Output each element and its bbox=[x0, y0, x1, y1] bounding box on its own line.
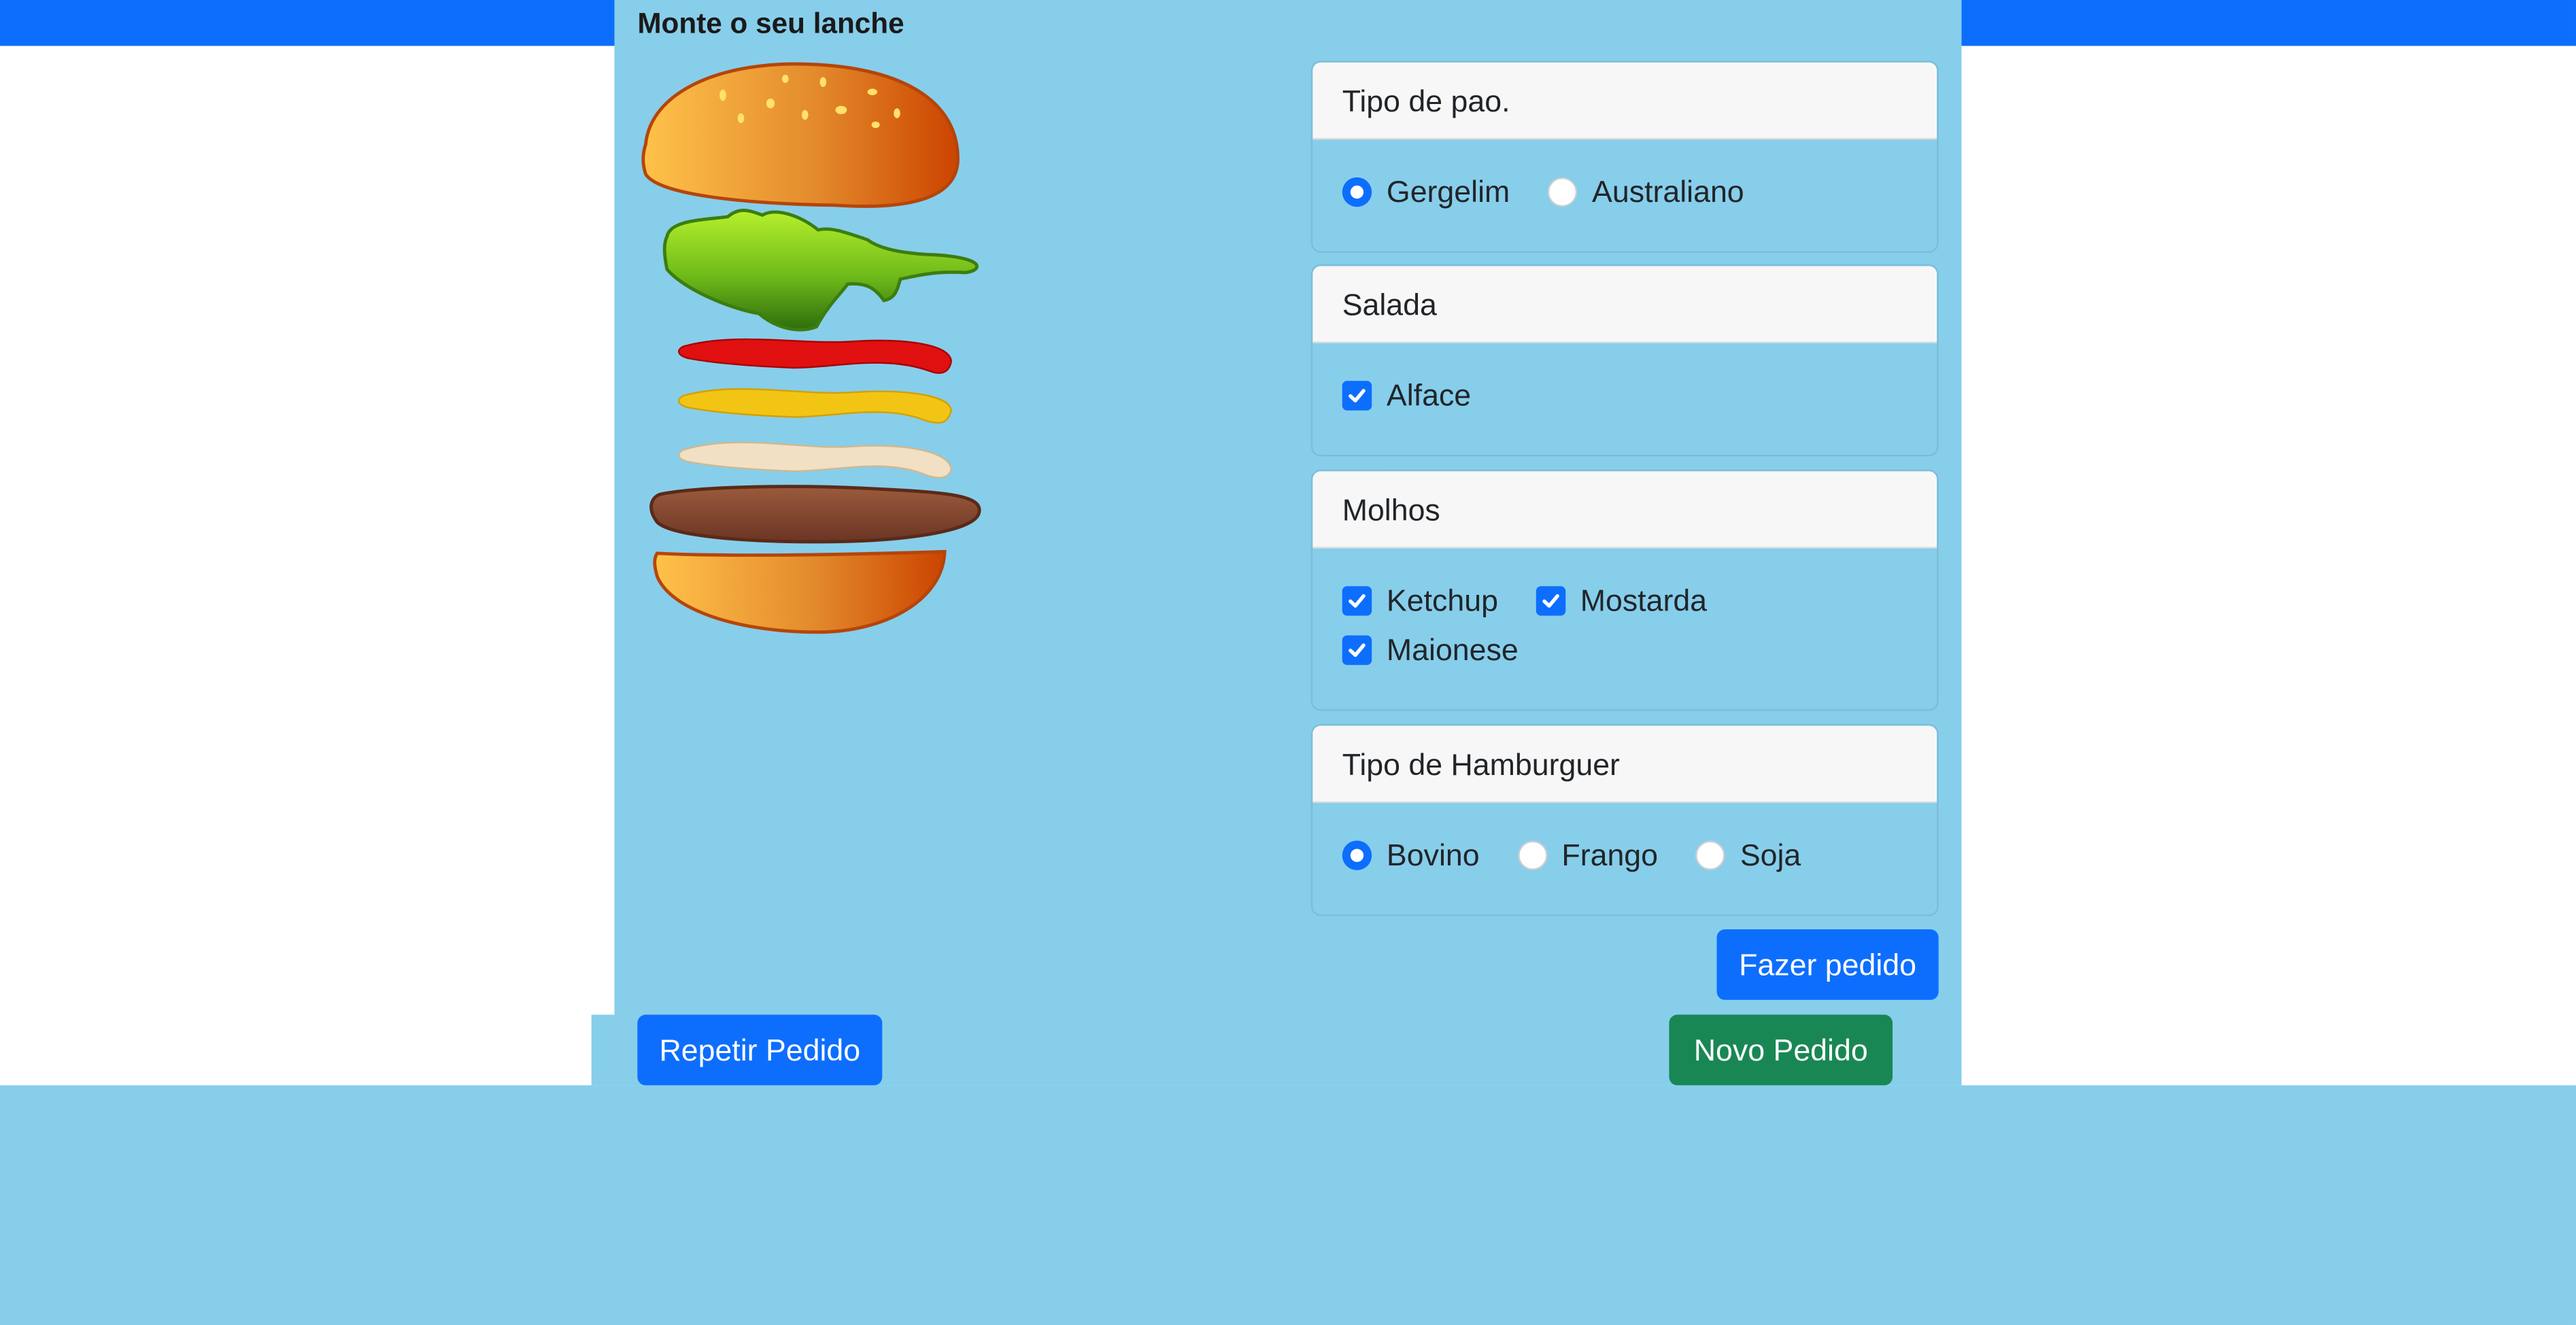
card-header: Salada bbox=[1312, 266, 1937, 343]
radio-button[interactable] bbox=[1547, 177, 1578, 207]
option-label: Frango bbox=[1561, 837, 1659, 872]
radio-option-frango[interactable]: Frango bbox=[1517, 838, 1658, 874]
ketchup bbox=[678, 338, 952, 374]
repeat-order-button[interactable]: Repetir Pedido bbox=[637, 1014, 883, 1086]
burger-type-options: Bovino Frango Soja bbox=[1342, 831, 1908, 880]
page-stage: Monte o seu lanche Tipo de pao. Gergelim… bbox=[0, 0, 2576, 1325]
checkbox-checked[interactable] bbox=[1342, 381, 1372, 411]
option-label: Bovino bbox=[1386, 837, 1480, 872]
bottom-area bbox=[0, 1085, 2576, 1325]
place-order-button[interactable]: Fazer pedido bbox=[1716, 929, 1939, 1000]
new-order-button[interactable]: Novo Pedido bbox=[1669, 1014, 1893, 1086]
option-label: Gergelim bbox=[1386, 174, 1510, 209]
salad-card: Salada Alface bbox=[1310, 264, 1939, 457]
checkbox-option-ketchup[interactable]: Ketchup bbox=[1342, 583, 1498, 619]
burger-illustration bbox=[641, 62, 981, 634]
sauces-options-row-1: Ketchup Mostarda bbox=[1342, 577, 1908, 625]
check-icon bbox=[1349, 389, 1366, 402]
radio-option-gergelim[interactable]: Gergelim bbox=[1342, 174, 1510, 210]
radio-option-australiano[interactable]: Australiano bbox=[1547, 174, 1744, 210]
card-header: Tipo de pao. bbox=[1312, 62, 1937, 140]
patty bbox=[649, 485, 981, 544]
checkbox-option-maionese[interactable]: Maionese bbox=[1342, 632, 1519, 668]
salad-options: Alface bbox=[1342, 371, 1908, 420]
mustard bbox=[678, 388, 952, 424]
option-label: Australiano bbox=[1592, 174, 1744, 209]
option-label: Alface bbox=[1386, 377, 1472, 413]
checkbox-option-mostarda[interactable]: Mostarda bbox=[1536, 583, 1708, 619]
card-body: Gergelim Australiano bbox=[1312, 139, 1937, 239]
option-label: Ketchup bbox=[1386, 583, 1498, 618]
card-body: Alface bbox=[1312, 343, 1937, 443]
bread-type-card: Tipo de pao. Gergelim Australiano bbox=[1310, 61, 1939, 253]
radio-button[interactable] bbox=[1517, 840, 1547, 871]
card-header: Molhos bbox=[1312, 471, 1937, 549]
radio-option-bovino[interactable]: Bovino bbox=[1342, 838, 1480, 874]
card-header: Tipo de Hamburguer bbox=[1312, 725, 1937, 803]
check-icon bbox=[1542, 594, 1559, 608]
option-label: Maionese bbox=[1386, 632, 1519, 667]
checkbox-checked[interactable] bbox=[1536, 586, 1565, 616]
checkbox-checked[interactable] bbox=[1342, 586, 1372, 616]
mayonnaise bbox=[678, 441, 952, 479]
bottom-bun bbox=[653, 549, 947, 634]
option-label: Mostarda bbox=[1580, 583, 1708, 618]
bread-options: Gergelim Australiano bbox=[1342, 167, 1908, 216]
page-title: Monte o seu lanche bbox=[637, 6, 904, 39]
radio-button-selected[interactable] bbox=[1342, 840, 1372, 871]
check-icon bbox=[1349, 643, 1366, 657]
check-icon bbox=[1349, 594, 1366, 608]
card-body: Bovino Frango Soja bbox=[1312, 803, 1937, 903]
lettuce bbox=[662, 209, 979, 332]
checkbox-checked[interactable] bbox=[1342, 635, 1372, 666]
sauces-card: Molhos Ketchup Mostarda Maionese bbox=[1310, 469, 1939, 711]
radio-button[interactable] bbox=[1695, 840, 1726, 871]
option-label: Soja bbox=[1740, 837, 1801, 872]
radio-button-selected[interactable] bbox=[1342, 177, 1372, 207]
sauces-options-row-2: Maionese bbox=[1342, 625, 1908, 674]
panel-edge-tab bbox=[591, 1014, 615, 1086]
burger-type-card: Tipo de Hamburguer Bovino Frango Soja bbox=[1310, 724, 1939, 916]
card-body: Ketchup Mostarda Maionese bbox=[1312, 549, 1937, 698]
radio-option-soja[interactable]: Soja bbox=[1695, 837, 1801, 874]
checkbox-option-alface[interactable]: Alface bbox=[1342, 377, 1471, 413]
top-bun bbox=[641, 62, 960, 208]
